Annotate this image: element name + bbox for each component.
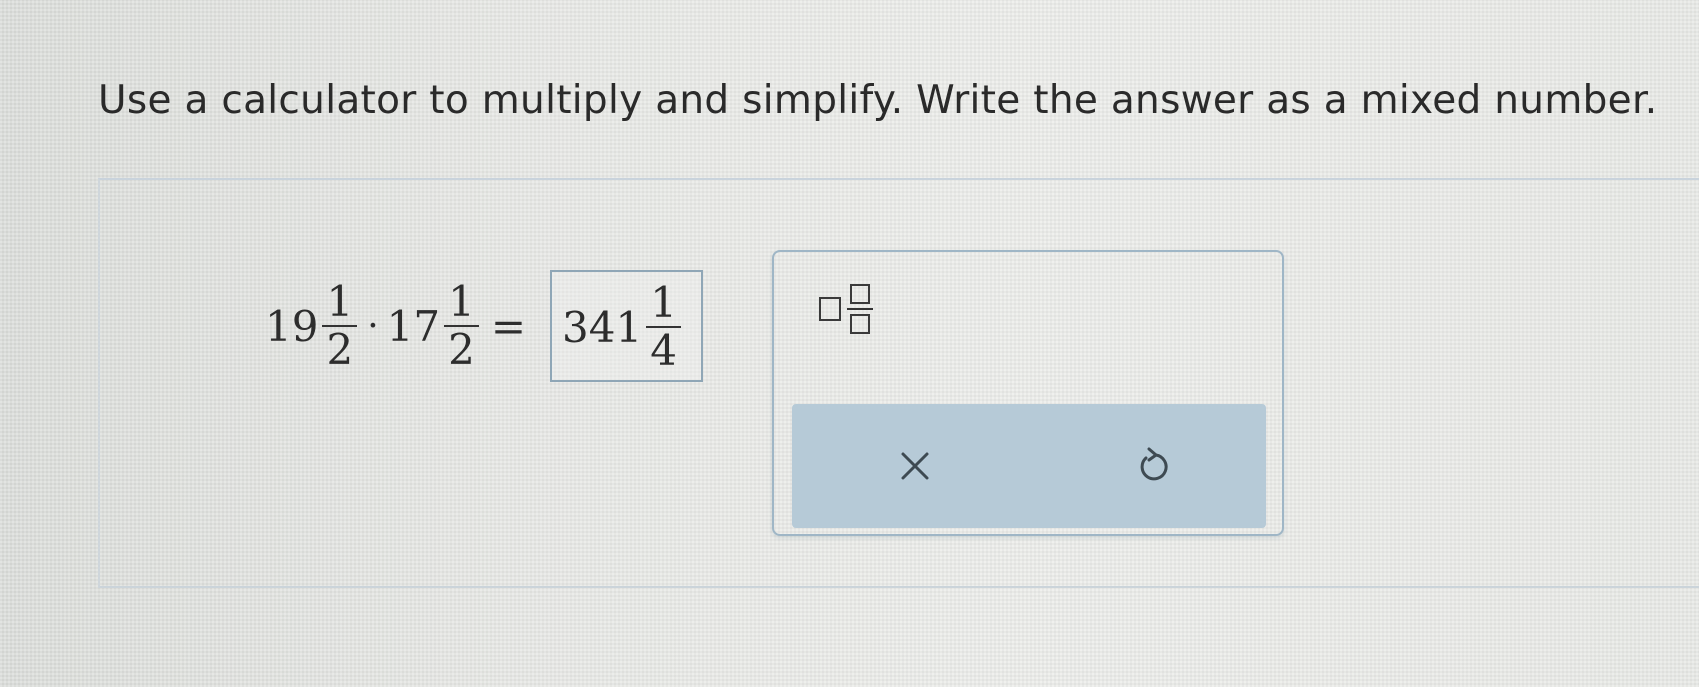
whole-placeholder-icon [819, 297, 841, 321]
fraction-bar-icon [847, 308, 873, 310]
equation: 19 1 2 · 17 1 2 = 341 1 4 [265, 252, 703, 400]
answer-denominator: 4 [650, 326, 677, 375]
undo-icon [1140, 447, 1168, 481]
instruction-text: Use a calculator to multiply and simplif… [98, 78, 1658, 123]
factor-2-fraction: 1 2 [444, 279, 479, 373]
answer-whole: 341 [562, 302, 643, 352]
action-bar [792, 404, 1266, 528]
numerator-placeholder-icon [850, 284, 870, 304]
factor-2-whole: 17 [386, 301, 441, 351]
fraction-placeholder-icon [847, 284, 873, 334]
x-icon [901, 452, 929, 480]
mixed-fraction-template-button[interactable] [819, 284, 873, 334]
factor-2: 17 1 2 [387, 279, 481, 373]
factor-2-numerator: 1 [448, 277, 475, 326]
math-tools-panel [772, 250, 1284, 536]
clear-button[interactable] [887, 438, 943, 494]
undo-button[interactable] [1125, 438, 1181, 494]
answer-numerator: 1 [650, 278, 677, 327]
answer-fraction: 1 4 [646, 280, 681, 374]
multiply-operator: · [367, 305, 379, 347]
answer-input[interactable]: 341 1 4 [550, 270, 703, 382]
factor-1-denominator: 2 [326, 325, 354, 374]
factor-1-whole: 19 [265, 301, 319, 351]
factor-2-denominator: 2 [448, 325, 475, 374]
factor-1-numerator: 1 [326, 277, 354, 326]
factor-1: 19 1 2 [265, 279, 359, 373]
factor-1-fraction: 1 2 [322, 277, 358, 374]
equals-sign: = [490, 301, 527, 351]
denominator-placeholder-icon [850, 314, 870, 334]
